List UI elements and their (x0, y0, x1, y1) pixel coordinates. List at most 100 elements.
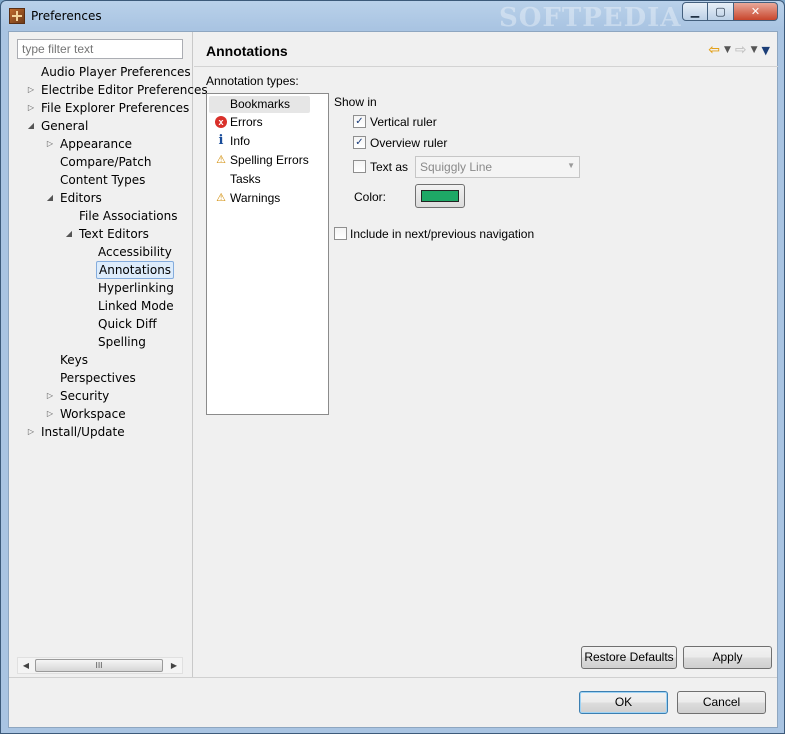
annotation-type-label: Spelling Errors (230, 153, 309, 167)
expand-triangle-icon[interactable]: ▷ (26, 99, 36, 117)
expand-triangle-icon[interactable]: ▷ (26, 81, 36, 99)
tree-item-label: Security (60, 389, 110, 403)
text-as-checkbox[interactable] (353, 160, 366, 173)
tree-item[interactable]: Hyperlinking (9, 279, 192, 297)
annotation-type-item[interactable]: x Errors (207, 113, 328, 132)
annotation-type-label: Info (230, 134, 251, 148)
expand-triangle-icon (45, 153, 55, 171)
tree-horizontal-scrollbar[interactable]: ◀ III ▶ (17, 657, 183, 674)
back-history-dropdown-icon[interactable]: ▼ (724, 45, 731, 55)
tree-item[interactable]: Content Types (9, 171, 192, 189)
tree-item[interactable]: Keys (9, 351, 192, 369)
annotation-types-label: Annotation types: (206, 74, 299, 88)
tree-item[interactable]: ◢ Text Editors (9, 225, 192, 243)
annotation-type-item[interactable]: ⚠ Spelling Errors (207, 151, 328, 170)
annotation-type-item[interactable]: Bookmarks (209, 96, 310, 113)
close-button[interactable]: ✕ (734, 2, 778, 21)
tree-item[interactable]: ▷ Electribe Editor Preferences (9, 81, 208, 99)
collapse-triangle-icon[interactable]: ◢ (45, 189, 55, 207)
tree-item-label: Audio Player Preferences (41, 65, 191, 79)
annotation-types-list[interactable]: Bookmarks x Errors i Info ⚠ Spelling Errors Tas… (206, 93, 329, 415)
preferences-window: Preferences SOFTPEDIA ▁ ▢ ✕ Audio Player… (0, 0, 785, 734)
tree-item-label: Electribe Editor Preferences (41, 83, 208, 97)
expand-triangle-icon[interactable]: ▷ (26, 423, 36, 441)
tree-item[interactable]: Annotations (9, 261, 192, 279)
tree-item-label: Editors (60, 191, 102, 205)
preference-page: Annotations ⇦ ▼ ⇨ ▼ ▼ Annotation types: … (194, 32, 778, 677)
annotation-type-item[interactable]: Tasks (207, 170, 328, 189)
cancel-button[interactable]: Cancel (677, 691, 766, 714)
tree-item-label: Perspectives (60, 371, 136, 385)
window-title: Preferences (31, 9, 102, 23)
tree-item[interactable]: Audio Player Preferences (9, 63, 192, 81)
color-picker-button[interactable] (415, 184, 465, 208)
vertical-ruler-checkbox[interactable]: ✓ (353, 115, 366, 128)
expand-triangle-icon (45, 351, 55, 369)
watermark: SOFTPEDIA (499, 3, 682, 33)
annotation-type-item[interactable]: ⚠ Warnings (207, 189, 328, 208)
expand-triangle-icon[interactable]: ▷ (45, 387, 55, 405)
back-arrow-icon[interactable]: ⇦ (708, 42, 720, 58)
text-style-select[interactable]: Squiggly Line ▼ (415, 156, 580, 178)
scroll-thumb[interactable]: III (35, 659, 163, 672)
collapse-triangle-icon[interactable]: ◢ (26, 117, 36, 135)
overview-ruler-label: Overview ruler (370, 136, 448, 150)
window-controls: ▁ ▢ ✕ (682, 2, 778, 21)
tree-item[interactable]: Spelling (9, 333, 192, 351)
expand-triangle-icon (45, 171, 55, 189)
tree-item[interactable]: ▷ Install/Update (9, 423, 192, 441)
include-navigation-checkbox[interactable] (334, 227, 347, 240)
vertical-ruler-label: Vertical ruler (370, 115, 437, 129)
annotation-type-label: Bookmarks (230, 97, 291, 111)
expand-triangle-icon (83, 243, 93, 261)
collapse-triangle-icon[interactable]: ◢ (64, 225, 74, 243)
tree-item[interactable]: File Associations (9, 207, 192, 225)
tree-item[interactable]: ◢ General (9, 117, 192, 135)
tree-item-label: Accessibility (98, 245, 172, 259)
expand-triangle-icon (26, 63, 36, 81)
tree-item[interactable]: Linked Mode (9, 297, 192, 315)
tree-item[interactable]: ▷ File Explorer Preferences (9, 99, 192, 117)
tree-item[interactable]: Perspectives (9, 369, 192, 387)
preferences-tree: Audio Player Preferences ▷ Electribe Edito… (9, 63, 208, 441)
scroll-left-arrow-icon[interactable]: ◀ (18, 658, 34, 673)
tree-item[interactable]: ▷ Appearance (9, 135, 192, 153)
annotation-type-item[interactable]: i Info (207, 132, 328, 151)
tree-item[interactable]: Compare/Patch (9, 153, 192, 171)
tree-item[interactable]: Quick Diff (9, 315, 192, 333)
view-menu-icon[interactable]: ▼ (762, 44, 770, 57)
footer-divider (9, 677, 777, 678)
scroll-right-arrow-icon[interactable]: ▶ (166, 658, 182, 673)
error-icon: x (215, 116, 227, 128)
minimize-button[interactable]: ▁ (682, 2, 708, 21)
apply-button[interactable]: Apply (683, 646, 772, 669)
text-as-label: Text as (370, 160, 409, 174)
title-bar[interactable]: Preferences SOFTPEDIA ▁ ▢ ✕ (1, 1, 784, 33)
header-divider (194, 66, 778, 67)
expand-triangle-icon[interactable]: ▷ (45, 135, 55, 153)
tree-item-label: Quick Diff (98, 317, 157, 331)
restore-defaults-button[interactable]: Restore Defaults (581, 646, 677, 669)
tree-item-label: Install/Update (41, 425, 125, 439)
tree-item-label: Linked Mode (98, 299, 174, 313)
tree-item-label: Keys (60, 353, 89, 367)
tree-item-label: File Associations (79, 209, 178, 223)
tree-item-label: Compare/Patch (60, 155, 152, 169)
ok-button[interactable]: OK (579, 691, 668, 714)
tree-item-label: Spelling (98, 335, 146, 349)
tree-item[interactable]: ◢ Editors (9, 189, 192, 207)
expand-triangle-icon[interactable]: ▷ (45, 405, 55, 423)
expand-triangle-icon (83, 297, 93, 315)
tree-item[interactable]: ▷ Security (9, 387, 192, 405)
tree-item[interactable]: ▷ Workspace (9, 405, 192, 423)
page-title: Annotations (206, 43, 288, 59)
filter-input[interactable] (17, 39, 183, 59)
forward-arrow-icon[interactable]: ⇨ (735, 42, 747, 58)
forward-history-dropdown-icon[interactable]: ▼ (751, 45, 758, 55)
maximize-button[interactable]: ▢ (708, 2, 734, 21)
warning-icon: ⚠ (216, 192, 226, 204)
tree-item-label: Workspace (60, 407, 126, 421)
tree-item-label: Hyperlinking (98, 281, 174, 295)
tree-item[interactable]: Accessibility (9, 243, 192, 261)
overview-ruler-checkbox[interactable]: ✓ (353, 136, 366, 149)
